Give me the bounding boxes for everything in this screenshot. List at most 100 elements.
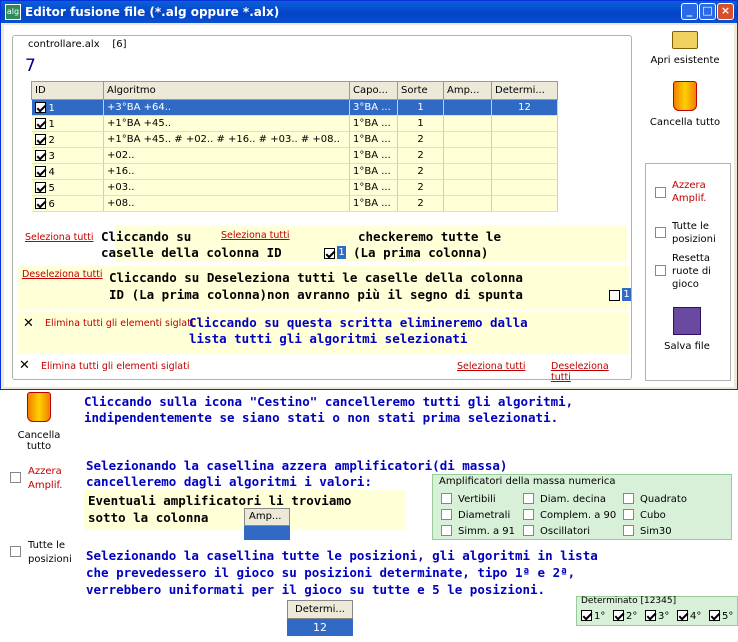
example-checkbox-checked: [324, 247, 338, 260]
cell-capo[interactable]: 1°BA ...: [349, 115, 398, 132]
table-row[interactable]: 2 +1°BA +45.. # +02.. # +16.. # +03.. # +…: [31, 131, 558, 148]
select-all-link[interactable]: Seleziona tutti: [25, 232, 94, 243]
cell-id[interactable]: 1: [31, 115, 104, 132]
cell-amp[interactable]: [443, 99, 492, 116]
row-checkbox[interactable]: [34, 133, 46, 145]
file-count: [6]: [112, 39, 127, 50]
cell-algoritmo[interactable]: +1°BA +45.. # +02.. # +16.. # +03.. # +0…: [103, 131, 350, 148]
col-header-id[interactable]: ID: [31, 81, 104, 100]
delete-all-example-label: Cancella tutto: [17, 430, 61, 452]
delete-x-icon: ✕: [23, 316, 34, 331]
table-row[interactable]: 3 +02.. 1°BA ... 2: [31, 147, 558, 164]
col-header-capo[interactable]: Capo...: [349, 81, 398, 100]
cell-capo[interactable]: 1°BA ...: [349, 195, 398, 212]
row-checkbox[interactable]: [34, 117, 46, 129]
table-row[interactable]: 1 +1°BA +45.. 1°BA ... 1: [31, 115, 558, 132]
cell-id[interactable]: 1: [31, 99, 104, 116]
cell-algoritmo[interactable]: +3°BA +64..: [103, 99, 350, 116]
cell-capo[interactable]: 1°BA ...: [349, 179, 398, 196]
all-positions-checkbox[interactable]: [655, 227, 666, 241]
reset-amplifiers-checkbox[interactable]: [655, 187, 666, 201]
cell-determinato[interactable]: [491, 163, 558, 180]
cell-algoritmo[interactable]: +02..: [103, 147, 350, 164]
cell-id[interactable]: 3: [31, 147, 104, 164]
cell-sorte[interactable]: 2: [397, 131, 444, 148]
select-note-text4: (La prima colonna): [353, 245, 489, 260]
cell-sorte[interactable]: 2: [397, 163, 444, 180]
open-existing-button[interactable]: Apri esistente: [644, 31, 726, 73]
all-positions-example-checkbox: [10, 546, 21, 560]
positions-explain-1: Selezionando la casellina tutte le posiz…: [86, 548, 598, 563]
cell-sorte[interactable]: 1: [397, 115, 444, 132]
save-file-button[interactable]: Salva file: [646, 307, 728, 363]
cell-capo[interactable]: 1°BA ...: [349, 163, 398, 180]
delete-all-button[interactable]: Cancella tutto: [644, 81, 726, 137]
cell-determinato[interactable]: 12: [491, 99, 558, 116]
delete-selected-link-inline[interactable]: Elimina tutti gli elementi siglati: [45, 318, 194, 329]
row-checkbox[interactable]: [34, 181, 46, 193]
cell-id[interactable]: 2: [31, 131, 104, 148]
col-header-sorte[interactable]: Sorte: [397, 81, 444, 100]
positions-explain-2: che prevedessero il gioco su posizioni d…: [86, 565, 576, 580]
amplifier-option: Quadrato: [623, 493, 687, 505]
row-checkbox[interactable]: [34, 197, 46, 209]
table-row[interactable]: 5 +03.. 1°BA ... 2: [31, 179, 558, 196]
window-title: Editor fusione file (*.alg oppure *.alx): [25, 5, 280, 19]
cell-determinato[interactable]: [491, 115, 558, 132]
cell-determinato[interactable]: [491, 147, 558, 164]
minimize-button[interactable]: _: [681, 3, 698, 20]
row-checkbox[interactable]: [34, 101, 46, 113]
algorithm-table[interactable]: ID Algoritmo Capo... Sorte Amp... Determ…: [31, 81, 558, 212]
footer-deselect-all-link[interactable]: Deseleziona tutti: [551, 361, 631, 383]
cell-algoritmo[interactable]: +08..: [103, 195, 350, 212]
cell-amp[interactable]: [443, 195, 492, 212]
reset-amplifiers-example-checkbox: [10, 472, 21, 486]
col-header-determinato[interactable]: Determi...: [491, 81, 558, 100]
table-row[interactable]: 1 +3°BA +64.. 3°BA ... 1 12: [31, 99, 558, 116]
position-option: 3°: [645, 610, 669, 622]
row-checkbox[interactable]: [34, 165, 46, 177]
cell-algoritmo[interactable]: +16..: [103, 163, 350, 180]
cell-amp[interactable]: [443, 147, 492, 164]
cell-sorte[interactable]: 1: [397, 99, 444, 116]
cell-sorte-text: 1: [417, 118, 424, 129]
table-row[interactable]: 6 +08.. 1°BA ... 2: [31, 195, 558, 212]
cell-determinato[interactable]: [491, 195, 558, 212]
maximize-button[interactable]: □: [699, 3, 716, 20]
cell-algoritmo-text: +16..: [107, 166, 135, 177]
delete-note-text1: Cliccando su questa scritta elimineremo …: [189, 315, 528, 330]
row-checkbox[interactable]: [34, 149, 46, 161]
cell-sorte[interactable]: 2: [397, 147, 444, 164]
delete-all-example: Cancella tutto: [4, 392, 74, 452]
amplifier-option: Cubo: [623, 509, 666, 521]
cell-algoritmo[interactable]: +1°BA +45..: [103, 115, 350, 132]
cell-sorte[interactable]: 2: [397, 195, 444, 212]
algorithm-count: 7: [25, 56, 36, 76]
col-header-algoritmo[interactable]: Algoritmo: [103, 81, 350, 100]
cell-amp[interactable]: [443, 179, 492, 196]
cell-capo[interactable]: 1°BA ...: [349, 131, 398, 148]
footer-select-all-link[interactable]: Seleziona tutti: [457, 361, 526, 372]
cell-amp[interactable]: [443, 131, 492, 148]
cell-amp[interactable]: [443, 163, 492, 180]
amp-column-header-example: Amp...: [244, 508, 290, 526]
deselect-all-link[interactable]: Deseleziona tutti: [22, 269, 103, 280]
close-button[interactable]: ×: [717, 3, 734, 20]
editor-window: Editor fusione file (*.alg oppure *.alx)…: [0, 0, 738, 390]
reset-wheels-checkbox[interactable]: [655, 265, 666, 279]
cell-algoritmo[interactable]: +03..: [103, 179, 350, 196]
cell-capo-text: 1°BA ...: [353, 118, 391, 129]
cell-determinato[interactable]: [491, 131, 558, 148]
cell-id[interactable]: 5: [31, 179, 104, 196]
cell-determinato[interactable]: [491, 179, 558, 196]
cell-amp[interactable]: [443, 115, 492, 132]
cell-id[interactable]: 4: [31, 163, 104, 180]
cell-id[interactable]: 6: [31, 195, 104, 212]
col-header-amp[interactable]: Amp...: [443, 81, 492, 100]
cell-sorte[interactable]: 2: [397, 179, 444, 196]
cell-capo[interactable]: 1°BA ...: [349, 147, 398, 164]
app-icon: alg: [5, 4, 21, 20]
cell-capo[interactable]: 3°BA ...: [349, 99, 398, 116]
table-row[interactable]: 4 +16.. 1°BA ... 2: [31, 163, 558, 180]
delete-selected-link[interactable]: Elimina tutti gli elementi siglati: [41, 361, 190, 372]
